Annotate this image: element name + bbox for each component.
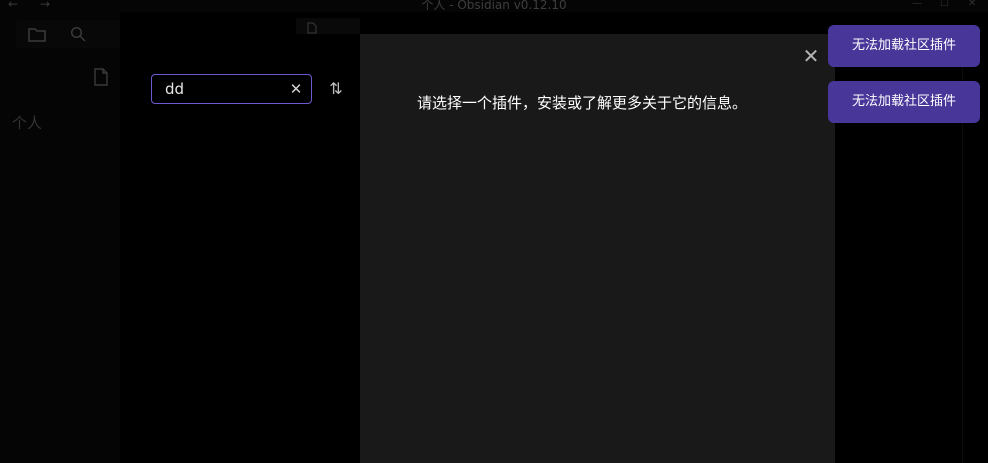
folder-icon[interactable] xyxy=(28,26,46,45)
maximize-icon[interactable]: ☐ xyxy=(940,0,949,9)
plugin-empty-message: 请选择一个插件，安装或了解更多关于它的信息。 xyxy=(417,94,748,112)
notice-toast[interactable]: 无法加载社区插件 xyxy=(828,25,980,67)
window-close-icon[interactable]: ✕ xyxy=(968,0,976,9)
minimize-icon[interactable]: — xyxy=(912,0,922,9)
window-title: 个人 - Obsidian v0.12.10 xyxy=(421,0,567,12)
search-icon[interactable] xyxy=(70,26,86,45)
clear-search-icon[interactable]: ✕ xyxy=(287,80,305,98)
new-file-icon[interactable] xyxy=(93,68,109,89)
notice-toast[interactable]: 无法加载社区插件 xyxy=(828,81,980,123)
vault-name[interactable]: 个人 xyxy=(12,112,42,133)
title-bar: ← → 个人 - Obsidian v0.12.10 — ☐ ✕ xyxy=(0,0,988,12)
plugin-search-input[interactable] xyxy=(152,75,282,103)
editor-tab-strip xyxy=(296,18,360,34)
sort-icon[interactable]: ⇅ xyxy=(326,78,346,100)
modal-close-icon[interactable]: ✕ xyxy=(800,45,822,67)
